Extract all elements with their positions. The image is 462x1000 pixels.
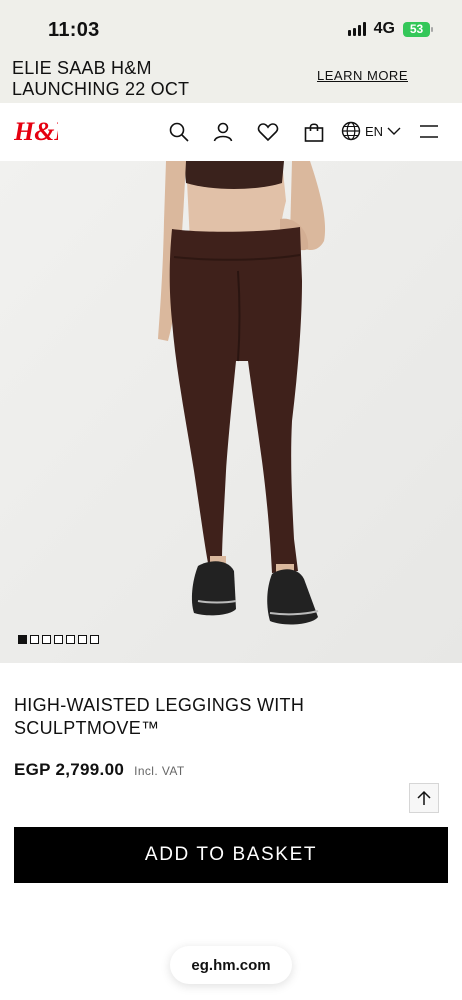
language-selector[interactable]: EN — [341, 121, 401, 141]
gallery-dot[interactable] — [66, 635, 75, 644]
signal-icon — [347, 22, 366, 36]
price-row: EGP 2,799.00 Incl. VAT — [14, 760, 185, 780]
product-price: EGP 2,799.00 — [14, 760, 125, 779]
language-label: EN — [365, 123, 384, 139]
chevron-down-icon — [387, 127, 401, 135]
battery-icon: 53 — [403, 21, 433, 37]
heart-icon[interactable] — [257, 121, 279, 143]
arrow-up-icon — [417, 790, 431, 805]
basket-icon[interactable] — [303, 121, 325, 143]
gallery-dot[interactable] — [30, 635, 39, 644]
promo-banner: ELIE SAAB H&M LAUNCHING 22 OCT LEARN MOR… — [0, 50, 462, 103]
add-to-basket-button[interactable]: ADD TO BASKET — [14, 827, 448, 883]
browser-url-bar[interactable]: eg.hm.com — [170, 946, 292, 984]
hm-logo[interactable]: H&M — [14, 113, 58, 149]
learn-more-link[interactable]: LEARN MORE — [317, 68, 408, 83]
globe-icon — [341, 121, 361, 141]
product-title: HIGH-WAISTED LEGGINGS WITH SCULPTMOVE™ — [14, 695, 305, 738]
menu-icon[interactable] — [418, 123, 440, 141]
gallery-dot[interactable] — [90, 635, 99, 644]
url-text: eg.hm.com — [191, 956, 271, 974]
gallery-dot[interactable] — [18, 635, 27, 644]
status-indicators: 4G 53 — [347, 20, 433, 38]
site-header: H&M EN — [0, 103, 462, 161]
product-image[interactable] — [0, 161, 462, 663]
logo-text: H&M — [14, 117, 58, 146]
account-icon[interactable] — [212, 121, 234, 143]
gallery-dot[interactable] — [42, 635, 51, 644]
promo-text: ELIE SAAB H&M LAUNCHING 22 OCT — [12, 58, 190, 99]
product-photo — [0, 161, 462, 663]
status-time: 11:03 — [48, 19, 100, 41]
scroll-to-top-button[interactable] — [409, 783, 439, 813]
network-label: 4G — [373, 20, 395, 37]
gallery-pagination — [18, 635, 99, 644]
vat-note: Incl. VAT — [134, 764, 185, 778]
search-icon[interactable] — [168, 121, 190, 143]
gallery-dot[interactable] — [54, 635, 63, 644]
battery-level: 53 — [409, 22, 424, 36]
status-bar: 11:03 4G 53 — [0, 0, 462, 50]
gallery-dot[interactable] — [78, 635, 87, 644]
